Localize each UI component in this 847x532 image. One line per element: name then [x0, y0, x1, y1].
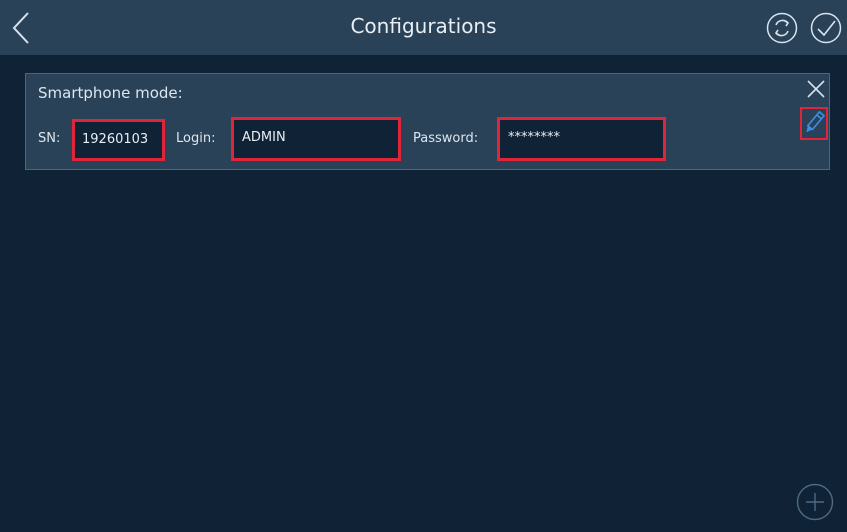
card-title: Smartphone mode:	[38, 84, 183, 102]
sync-icon	[766, 12, 798, 44]
login-label: Login:	[176, 131, 216, 146]
login-field[interactable]: ADMIN	[231, 117, 401, 161]
close-button[interactable]	[805, 78, 827, 100]
plus-icon	[796, 483, 834, 521]
close-icon	[807, 80, 825, 98]
confirm-button[interactable]	[810, 12, 842, 44]
check-icon	[810, 12, 842, 44]
top-bar: Configurations	[0, 0, 847, 55]
sync-button[interactable]	[766, 12, 798, 44]
password-label: Password:	[413, 131, 479, 146]
smartphone-mode-card: Smartphone mode: SN: 19260103 Login: ADM…	[25, 73, 830, 170]
add-button[interactable]	[796, 483, 834, 521]
page-title: Configurations	[350, 14, 497, 38]
password-field[interactable]: ********	[497, 117, 666, 161]
pencil-icon	[806, 110, 826, 133]
edit-button[interactable]	[800, 107, 828, 140]
sn-label: SN:	[38, 131, 61, 146]
sn-field[interactable]: 19260103	[72, 119, 165, 161]
